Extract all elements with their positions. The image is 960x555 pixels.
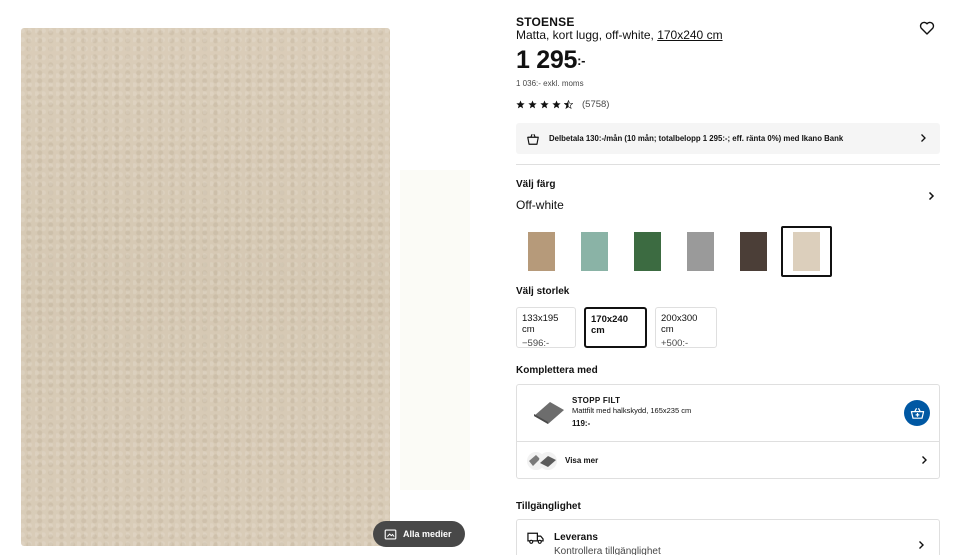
color-chip bbox=[634, 232, 661, 271]
delivery-title: Leverans bbox=[554, 532, 598, 543]
product-description: Matta, kort lugg, off-white, 170x240 cm bbox=[516, 28, 723, 42]
complement-product-name[interactable]: STOPP FILT bbox=[572, 396, 620, 405]
product-media: Alla medier bbox=[0, 0, 490, 555]
delivery-card[interactable]: Leverans Kontrollera tillgänglighet bbox=[516, 519, 940, 555]
all-media-button[interactable]: Alla medier bbox=[373, 521, 465, 547]
color-chip bbox=[687, 232, 714, 271]
size-option-label: 170x240 cm bbox=[591, 314, 628, 336]
size-options: 133x195 cm −596:- 170x240 cm 200x300 cm … bbox=[516, 307, 717, 349]
product-price: 1 295:- bbox=[516, 46, 585, 75]
size-option-price: +500:- bbox=[661, 338, 689, 349]
star-icon bbox=[552, 100, 561, 109]
cart-add-icon bbox=[910, 407, 924, 419]
complement-label: Komplettera med bbox=[516, 365, 598, 376]
star-icon bbox=[528, 100, 537, 109]
size-label: Välj storlek bbox=[516, 286, 570, 297]
star-icon bbox=[540, 100, 549, 109]
chevron-right-icon[interactable] bbox=[919, 455, 929, 465]
more-products-thumbnails bbox=[527, 452, 557, 470]
rating[interactable]: (5758) bbox=[516, 99, 609, 110]
price-suffix: :- bbox=[577, 53, 586, 68]
size-option[interactable]: 133x195 cm −596:- bbox=[516, 307, 576, 349]
heart-icon[interactable] bbox=[919, 20, 935, 36]
color-swatch-grey[interactable] bbox=[675, 226, 726, 277]
rug-shadow bbox=[400, 170, 470, 490]
color-swatch-dark-brown[interactable] bbox=[728, 226, 779, 277]
price-main: 1 295 bbox=[516, 46, 578, 74]
color-swatch-beige-brown[interactable] bbox=[516, 226, 567, 277]
complement-product-desc: Mattfilt med halkskydd, 165x235 cm bbox=[572, 406, 692, 415]
finance-text: Delbetala 130:-/mån (10 mån; totalbelopp… bbox=[549, 134, 844, 143]
availability-label: Tillgänglighet bbox=[516, 501, 581, 512]
chevron-right-icon[interactable] bbox=[926, 191, 936, 201]
color-swatch-light-green[interactable] bbox=[569, 226, 620, 277]
truck-icon bbox=[527, 532, 544, 544]
color-chip bbox=[528, 232, 555, 271]
color-chip bbox=[740, 232, 767, 271]
product-info: STOENSE Matta, kort lugg, off-white, 170… bbox=[516, 0, 941, 555]
size-option-price: −596:- bbox=[522, 338, 550, 349]
price-ex-vat-label: exkl. moms bbox=[543, 79, 584, 88]
half-star-icon bbox=[564, 100, 573, 109]
color-chip bbox=[793, 232, 820, 271]
color-swatches bbox=[516, 226, 834, 277]
divider bbox=[517, 441, 939, 442]
star-icon bbox=[516, 100, 525, 109]
price-ex-vat: 1 036:- exkl. moms bbox=[516, 79, 584, 88]
delivery-subtitle: Kontrollera tillgänglighet bbox=[554, 546, 661, 555]
product-name: STOENSE bbox=[516, 15, 575, 29]
rating-count: (5758) bbox=[582, 99, 610, 110]
color-swatch-dark-green[interactable] bbox=[622, 226, 673, 277]
color-selected: Off-white bbox=[516, 198, 564, 212]
show-more-link[interactable]: Visa mer bbox=[565, 456, 598, 465]
add-to-cart-button[interactable] bbox=[904, 400, 930, 426]
product-description-text: Matta, kort lugg, off-white, bbox=[516, 28, 654, 42]
chevron-right-icon bbox=[919, 541, 924, 549]
color-swatch-off-white[interactable] bbox=[781, 226, 832, 277]
finance-banner[interactable]: Delbetala 130:-/mån (10 mån; totalbelopp… bbox=[516, 123, 940, 154]
gallery-icon bbox=[384, 528, 397, 540]
price-ex-vat-value: 1 036:- bbox=[516, 79, 541, 88]
size-option[interactable]: 200x300 cm +500:- bbox=[655, 307, 717, 349]
size-option-selected[interactable]: 170x240 cm bbox=[584, 307, 647, 348]
divider bbox=[516, 164, 940, 165]
color-chip bbox=[581, 232, 608, 271]
size-option-label: 133x195 cm bbox=[522, 313, 559, 335]
chevron-right-icon bbox=[921, 134, 926, 142]
complement-product-price: 119:- bbox=[572, 419, 591, 428]
product-size-link[interactable]: 170x240 cm bbox=[657, 28, 722, 42]
shopping-bag-icon bbox=[527, 133, 539, 145]
size-option-label: 200x300 cm bbox=[661, 313, 698, 335]
product-thumbnail[interactable] bbox=[532, 398, 566, 426]
all-media-label: Alla medier bbox=[403, 529, 452, 539]
complement-card: STOPP FILT Mattfilt med halkskydd, 165x2… bbox=[516, 384, 940, 479]
product-image[interactable] bbox=[21, 28, 390, 546]
color-label: Välj färg bbox=[516, 179, 556, 190]
